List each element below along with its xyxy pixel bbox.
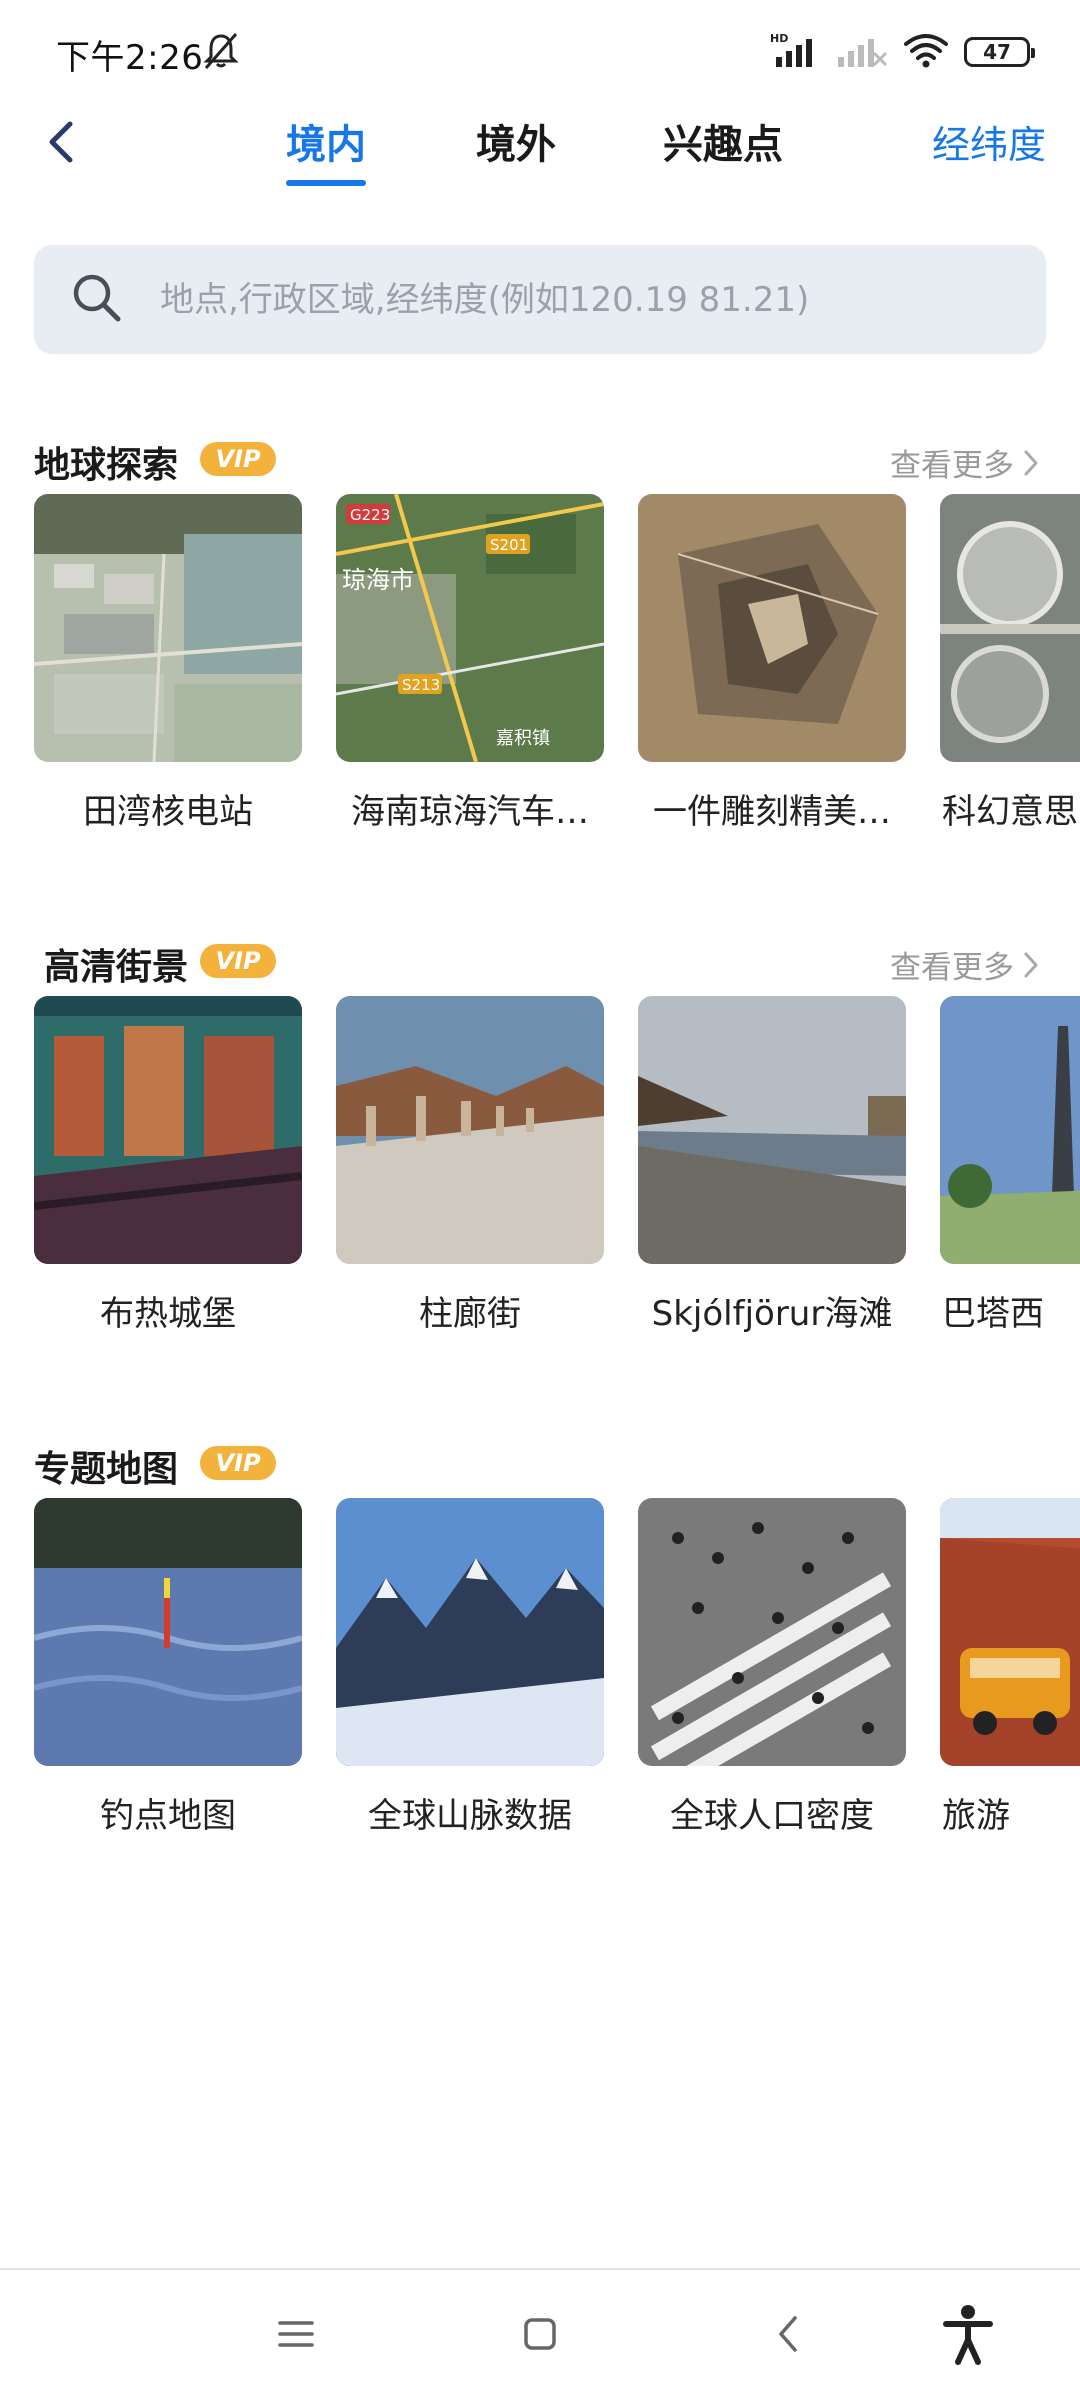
cellular-signal-icon: HD: [770, 31, 822, 73]
status-icons: HD 47: [770, 30, 1035, 74]
card-castle[interactable]: 布热城堡: [34, 996, 302, 1335]
card-mountain-data[interactable]: 全球山脉数据: [336, 1498, 604, 1837]
card-thumbnail: [638, 1498, 906, 1766]
map-label-road2: S201: [490, 536, 528, 554]
view-more-link[interactable]: 查看更多: [890, 440, 1040, 485]
map-label-city: 琼海市: [342, 566, 414, 594]
section-theme-maps: 专题地图 VIP 钓点地图 全球山脉数据 全球人口密度 旅游: [0, 1434, 1080, 1836]
home-button[interactable]: [500, 2294, 580, 2374]
card-row: 布热城堡 柱廊街 Skjólfjörur海滩 巴塔西: [34, 996, 1080, 1376]
card-tianwan[interactable]: 田湾核电站: [34, 494, 302, 833]
card-row: 钓点地图 全球山脉数据 全球人口密度 旅游: [34, 1498, 1080, 1878]
card-thumbnail: [940, 494, 1080, 762]
card-scifi[interactable]: 科幻意思: [940, 494, 1080, 833]
section-earth-explore: 地球探索 VIP 查看更多 田湾核电站 G223 S201 S213 琼海市 嘉…: [0, 430, 1080, 832]
card-beach[interactable]: Skjólfjörur海滩: [638, 996, 906, 1335]
top-nav: 境内 境外 兴趣点 经纬度: [0, 96, 1080, 192]
mute-bell-icon: [200, 30, 242, 72]
card-label: 巴塔西: [942, 1294, 1044, 1334]
card-monument[interactable]: 巴塔西: [940, 996, 1080, 1335]
view-more-label: 查看更多: [890, 950, 1014, 986]
tab-domestic[interactable]: 境内: [286, 112, 366, 186]
menu-button[interactable]: [256, 2294, 336, 2374]
card-label: 田湾核电站: [83, 792, 253, 832]
chevron-right-icon: [1024, 450, 1038, 475]
section-title: 地球探索: [34, 445, 179, 486]
view-more-label: 查看更多: [890, 448, 1014, 484]
section-title: 高清街景: [44, 947, 189, 988]
tab-overseas-label: 境外: [476, 122, 556, 168]
map-label-road3: S213: [402, 676, 440, 694]
card-thumbnail: [336, 1498, 604, 1766]
coordinates-button[interactable]: 经纬度: [932, 114, 1046, 169]
section-header: 专题地图 VIP: [0, 1434, 1080, 1494]
card-label: 全球人口密度: [670, 1796, 874, 1836]
menu-icon: [278, 2321, 314, 2347]
battery-icon: 47: [964, 37, 1035, 67]
back-chevron-icon: [779, 2316, 797, 2352]
active-tab-indicator: [286, 180, 366, 186]
card-label: 全球山脉数据: [368, 1796, 572, 1836]
card-population-density[interactable]: 全球人口密度: [638, 1498, 906, 1837]
tab-points-of-interest[interactable]: 兴趣点: [663, 112, 783, 170]
tab-poi-label: 兴趣点: [663, 122, 783, 168]
search-icon: [70, 271, 124, 329]
back-button[interactable]: [30, 110, 94, 174]
card-label: 钓点地图: [100, 1796, 236, 1836]
card-label: Skjólfjörur海滩: [651, 1294, 893, 1334]
card-thumbnail: G223 S201 S213 琼海市 嘉积镇: [336, 494, 604, 762]
tab-overseas[interactable]: 境外: [476, 112, 556, 170]
card-label: 旅游: [942, 1796, 1010, 1836]
card-row: 田湾核电站 G223 S201 S213 琼海市 嘉积镇 海南琼海汽车… 一件雕…: [34, 494, 1080, 874]
card-label: 一件雕刻精美…: [653, 792, 891, 832]
card-thumbnail: [34, 494, 302, 762]
card-thumbnail: [638, 996, 906, 1264]
section-title: 专题地图: [34, 1449, 179, 1490]
home-square-icon: [524, 2318, 556, 2350]
system-nav-bar: [0, 2270, 1080, 2400]
page: 下午2:26 HD 47 境内 境外 兴趣点 经纬度 地点,行政区域,经纬度(例…: [0, 0, 1080, 2400]
card-label: 海南琼海汽车…: [351, 792, 589, 832]
status-time: 下午2:26: [56, 38, 204, 78]
search-box[interactable]: [34, 245, 1046, 354]
card-fishing-map[interactable]: 钓点地图: [34, 1498, 302, 1837]
accessibility-button[interactable]: [928, 2294, 1008, 2374]
card-label: 布热城堡: [100, 1294, 236, 1334]
chevron-right-icon: [1024, 952, 1038, 977]
status-bar: 下午2:26 HD 47: [0, 0, 1080, 96]
card-thumbnail: [34, 996, 302, 1264]
card-colonnade[interactable]: 柱廊街: [336, 996, 604, 1335]
card-thumbnail: [638, 494, 906, 762]
tab-domestic-label: 境内: [286, 122, 366, 168]
card-thumbnail: [940, 996, 1080, 1264]
card-carving[interactable]: 一件雕刻精美…: [638, 494, 906, 833]
vip-badge: VIP: [200, 1446, 276, 1480]
card-thumbnail: [940, 1498, 1080, 1766]
card-label: 柱廊街: [419, 1294, 521, 1334]
system-back-button[interactable]: [748, 2294, 828, 2374]
view-more-link[interactable]: 查看更多: [890, 942, 1040, 987]
network-type-label: HD: [770, 32, 788, 45]
card-qionghai[interactable]: G223 S201 S213 琼海市 嘉积镇 海南琼海汽车…: [336, 494, 604, 833]
card-label: 科幻意思: [942, 792, 1078, 832]
card-thumbnail: [34, 1498, 302, 1766]
map-label-road1: G223: [350, 506, 390, 524]
section-street-view: 高清街景 VIP 查看更多 布热城堡 柱廊街 Skjólfjörur海滩 巴塔西: [0, 932, 1080, 1334]
card-thumbnail: [336, 996, 604, 1264]
section-header: 地球探索 VIP 查看更多: [0, 430, 1080, 490]
vip-badge: VIP: [200, 442, 276, 476]
search-input[interactable]: [158, 278, 1022, 321]
vip-badge: VIP: [200, 944, 276, 978]
section-header: 高清街景 VIP 查看更多: [0, 932, 1080, 992]
back-arrow-icon: [49, 121, 73, 163]
map-label-town: 嘉积镇: [496, 728, 550, 749]
cellular-signal-2-icon: [836, 31, 888, 73]
card-travel[interactable]: 旅游: [940, 1498, 1080, 1837]
wifi-icon: [902, 31, 950, 73]
accessibility-icon: [943, 2305, 993, 2365]
